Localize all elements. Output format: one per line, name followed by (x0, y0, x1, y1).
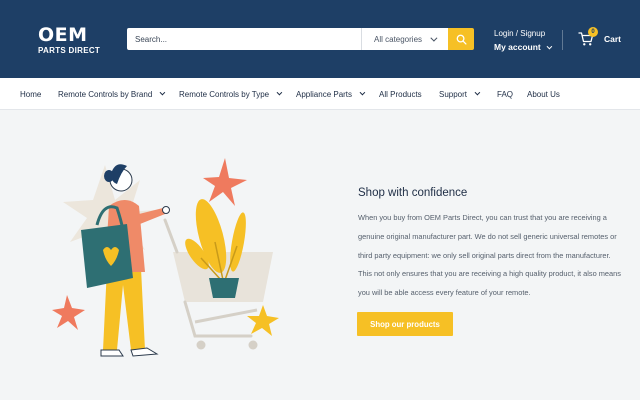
search-bar: All categories (127, 28, 474, 50)
nav-item-all-products[interactable]: All Products (379, 78, 422, 110)
cart-button[interactable]: 0 Cart (578, 27, 622, 47)
nav-item-support[interactable]: Support (439, 78, 481, 110)
header-divider (562, 30, 563, 50)
my-account-label: My account (494, 41, 541, 52)
nav-item-label: Appliance Parts (296, 89, 353, 99)
main-nav: Home Remote Controls by Brand Remote Con… (0, 78, 640, 110)
nav-item-home[interactable]: Home (20, 78, 41, 110)
logo-sub-text: PARTS DIRECT (38, 46, 101, 55)
login-signup-link[interactable]: Login / Signup (494, 28, 550, 41)
top-header: OEM PARTS DIRECT All categories Login / … (0, 0, 640, 78)
nav-item-remote-controls-by-brand[interactable]: Remote Controls by Brand (58, 78, 166, 110)
chevron-down-icon (159, 89, 166, 96)
star-shape-large (203, 158, 247, 206)
nav-item-about-us[interactable]: About Us (527, 78, 560, 110)
search-icon (456, 34, 467, 45)
hero-title: Shop with confidence (358, 187, 468, 199)
nav-item-label: Support (439, 89, 468, 99)
logo-main-text: OEM (38, 24, 88, 46)
category-select-label: All categories (374, 34, 423, 44)
nav-item-label: All Products (379, 89, 422, 99)
nav-item-label: Remote Controls by Brand (58, 89, 153, 99)
nav-item-label: About Us (527, 89, 560, 99)
shop-our-products-button[interactable]: Shop our products (357, 312, 453, 336)
my-account-toggle[interactable]: My account (494, 41, 553, 55)
nav-item-label: FAQ (497, 89, 514, 99)
nav-item-label: Remote Controls by Type (179, 89, 270, 99)
cart-label: Cart (604, 34, 622, 44)
search-button[interactable] (448, 28, 474, 50)
shopping-illustration (52, 158, 279, 357)
site-logo[interactable]: OEM PARTS DIRECT (38, 26, 100, 55)
category-select[interactable]: All categories (361, 28, 448, 50)
nav-item-faq[interactable]: FAQ (497, 78, 513, 110)
chevron-down-icon (474, 89, 481, 96)
cart-count-badge: 0 (588, 27, 598, 37)
account-menu[interactable]: Login / Signup My account (494, 28, 553, 55)
search-input[interactable] (127, 28, 361, 50)
cart-icon-wrap: 0 (578, 27, 598, 47)
chevron-down-icon (430, 34, 438, 42)
hero-description: When you buy from OEM Parts Direct, you … (358, 213, 621, 298)
chevron-down-icon (359, 89, 366, 96)
nav-item-appliance-parts[interactable]: Appliance Parts (296, 78, 366, 110)
nav-item-remote-controls-by-type[interactable]: Remote Controls by Type (179, 78, 283, 110)
chevron-down-icon (276, 89, 283, 96)
star-shape-small (52, 295, 85, 330)
chevron-down-icon (546, 43, 553, 50)
nav-item-label: Home (20, 89, 42, 99)
